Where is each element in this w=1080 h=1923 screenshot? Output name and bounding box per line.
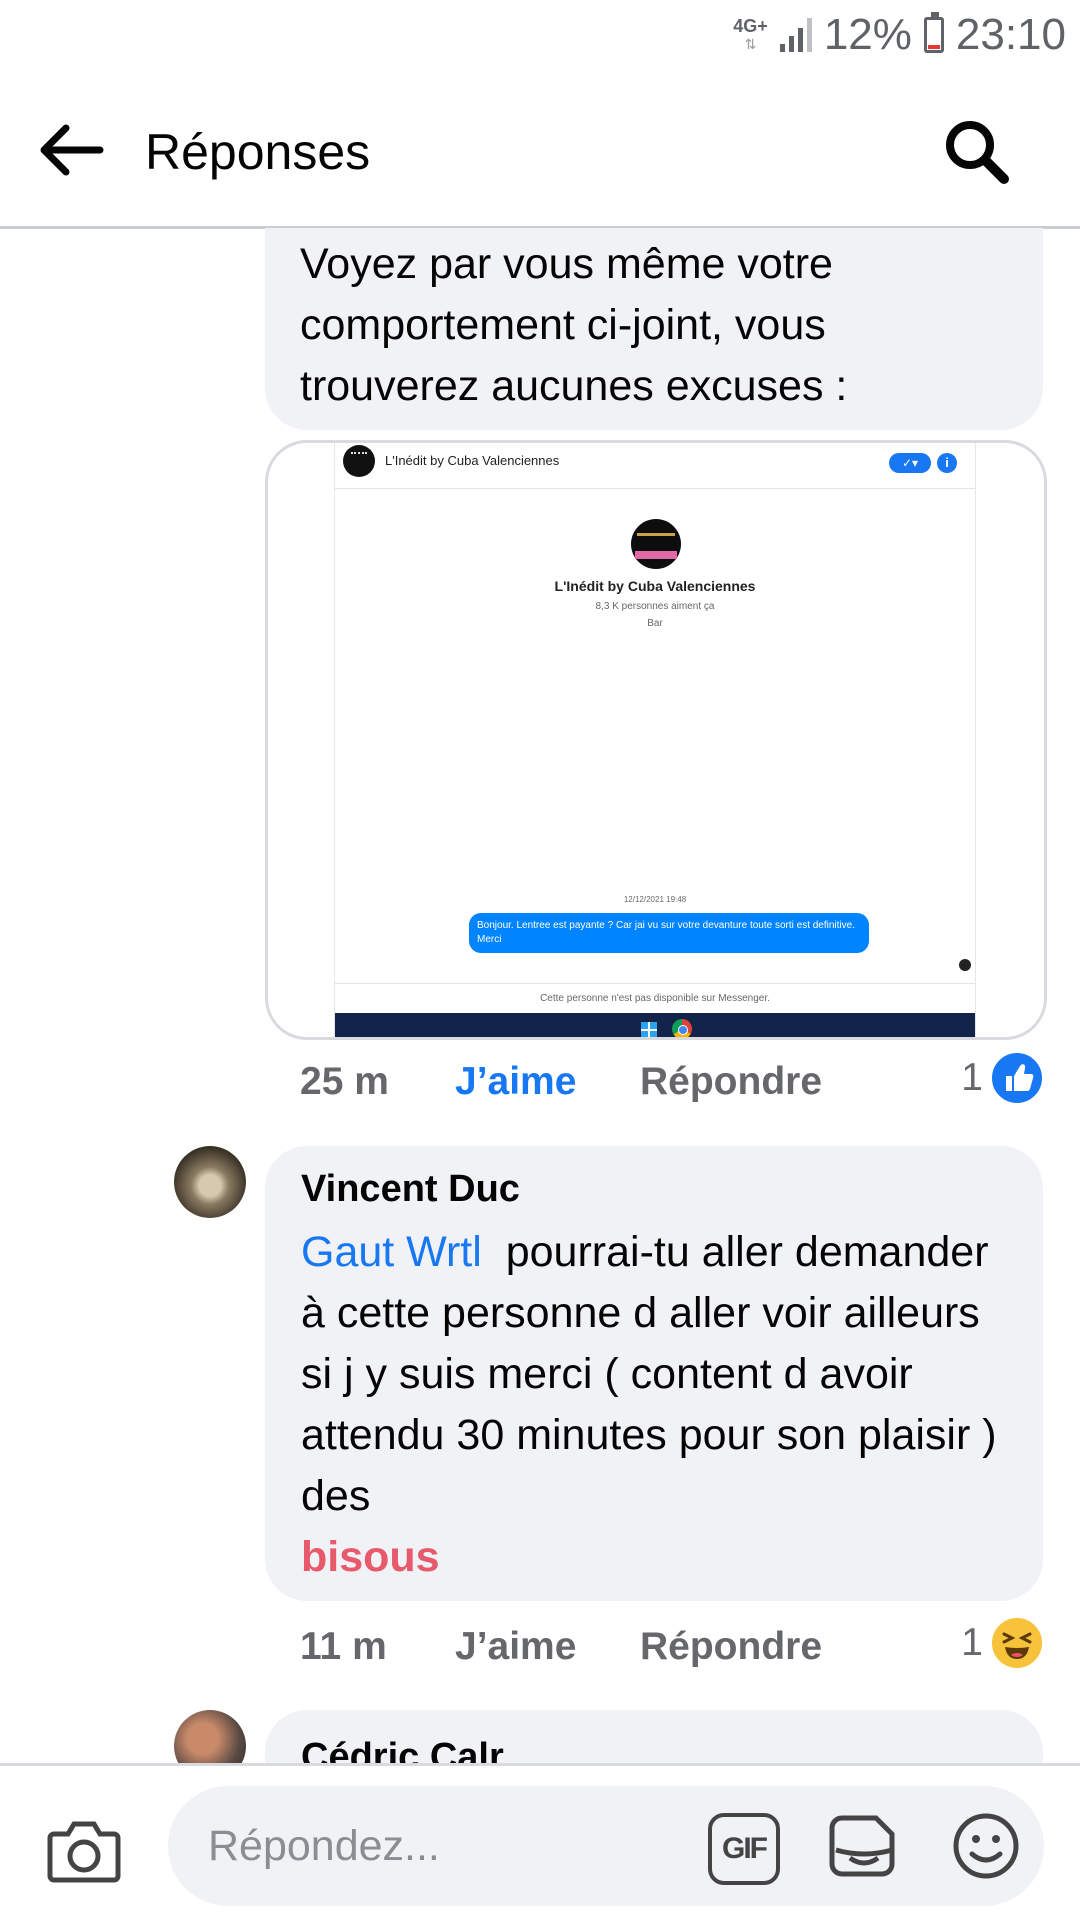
clock: 23:10 bbox=[955, 10, 1066, 59]
emoji-icon[interactable] bbox=[950, 1810, 1022, 1882]
like-reaction-icon[interactable] bbox=[989, 1050, 1045, 1106]
comment-text: Voyez par vous même votre comportement c… bbox=[300, 240, 848, 410]
comment-author[interactable]: Vincent Duc bbox=[301, 1168, 520, 1211]
page-title: Réponses bbox=[145, 124, 371, 180]
taskbar bbox=[335, 1013, 975, 1037]
chrome-icon bbox=[672, 1019, 692, 1037]
unavailable-notice: Cette personne n'est pas disponible sur … bbox=[540, 993, 770, 1004]
data-arrows-icon: ⇅ bbox=[744, 36, 757, 52]
comment-actions: 11 m J’aime Répondre 1 bbox=[300, 1615, 1045, 1685]
windows-icon bbox=[641, 1022, 657, 1037]
highlighted-word: bisous bbox=[301, 1533, 440, 1581]
page-likes: 8,3 K personnes aiment ça bbox=[595, 601, 715, 612]
sticker-icon[interactable] bbox=[828, 1810, 900, 1882]
check-icon: ✓▾ bbox=[889, 453, 931, 473]
camera-icon[interactable] bbox=[46, 1816, 122, 1886]
reply-button[interactable]: Répondre bbox=[640, 1625, 822, 1669]
top-app-bar: Réponses bbox=[0, 75, 1080, 229]
status-bar: 4G+ ⇅ 12% 23:10 bbox=[0, 0, 1080, 75]
mention-link[interactable]: Gaut Wrtl bbox=[301, 1228, 482, 1276]
haha-reaction-icon[interactable] bbox=[989, 1615, 1045, 1671]
reply-button[interactable]: Répondre bbox=[640, 1060, 822, 1104]
page-logo bbox=[343, 445, 375, 477]
comment-time: 11 m bbox=[300, 1625, 387, 1668]
network-indicator: 4G+ ⇅ bbox=[733, 17, 768, 53]
avatar[interactable] bbox=[174, 1146, 246, 1218]
arrow-left-icon[interactable] bbox=[36, 120, 106, 180]
comment-bubble: Voyez par vous même votre comportement c… bbox=[265, 228, 1043, 430]
sent-message: Bonjour. Lentree est payante ? Car jai v… bbox=[469, 913, 869, 953]
network-label: 4G+ bbox=[733, 16, 768, 36]
battery-icon bbox=[923, 12, 944, 53]
search-icon[interactable] bbox=[942, 117, 1012, 187]
like-button[interactable]: J’aime bbox=[455, 1625, 576, 1669]
status-icons: 4G+ ⇅ 12% 23:10 bbox=[733, 10, 1066, 60]
reply-composer: GIF bbox=[0, 1763, 1080, 1923]
comment-bubble: Vincent Duc Gaut Wrtl pourrai-tu aller d… bbox=[265, 1146, 1043, 1601]
reaction-count: 1 bbox=[961, 1056, 983, 1099]
signal-icon bbox=[779, 18, 812, 52]
comment-attachment-image[interactable]: L'Inédit by Cuba Valenciennes ✓▾ i L'Iné… bbox=[265, 440, 1047, 1040]
page-name: L'Inédit by Cuba Valenciennes bbox=[554, 578, 756, 594]
gif-button[interactable]: GIF bbox=[708, 1813, 780, 1885]
messenger-screenshot: L'Inédit by Cuba Valenciennes ✓▾ i L'Iné… bbox=[334, 443, 976, 1037]
battery-percent: 12% bbox=[823, 10, 912, 59]
reaction-count: 1 bbox=[961, 1621, 983, 1664]
like-button[interactable]: J’aime bbox=[455, 1060, 576, 1104]
reply-input-container: GIF bbox=[168, 1786, 1044, 1906]
comment-time: 25 m bbox=[300, 1060, 389, 1103]
page-logo-large bbox=[631, 519, 681, 569]
seen-avatar bbox=[959, 959, 971, 971]
comment-text: Gaut Wrtl pourrai-tu aller demander à ce… bbox=[301, 1222, 1015, 1588]
page-category: Bar bbox=[647, 618, 663, 629]
message-date: 12/12/2021 19:48 bbox=[623, 895, 687, 904]
comment-actions: 25 m J’aime Répondre 1 bbox=[300, 1050, 1045, 1120]
page-name-small: L'Inédit by Cuba Valenciennes bbox=[385, 453, 560, 468]
info-icon: i bbox=[937, 453, 957, 473]
reply-input[interactable] bbox=[206, 1810, 650, 1882]
